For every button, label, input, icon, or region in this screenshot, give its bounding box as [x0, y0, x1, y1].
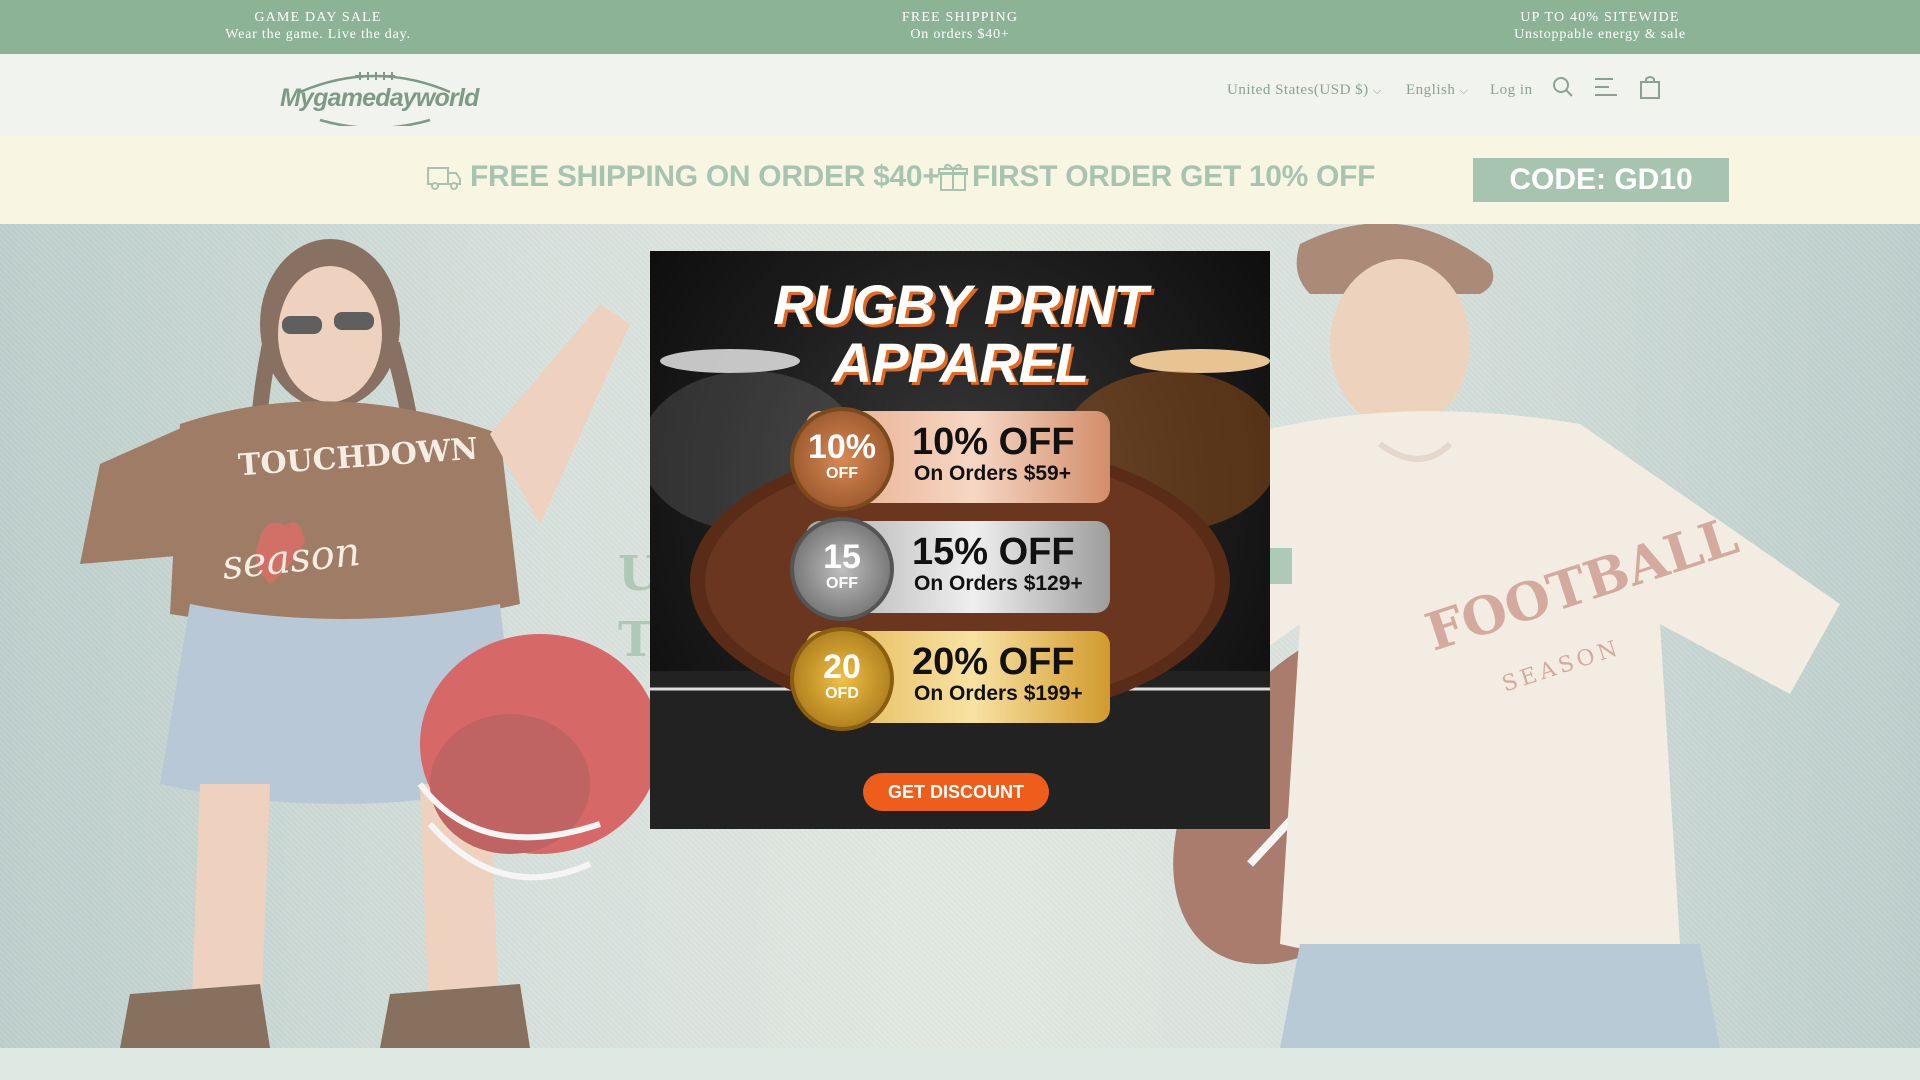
announcement-item: UP TO 40% SITEWIDE Unstoppable energy & …: [1400, 9, 1800, 43]
announcement-title: UP TO 40% SITEWIDE: [1520, 10, 1680, 25]
announcement-subtitle: On orders $40+: [910, 27, 1010, 42]
menu-icon[interactable]: [1593, 74, 1619, 100]
tier-condition: On Orders $129+: [914, 572, 1083, 595]
discount-tier: 15 OFF 15% OFF On Orders $129+: [790, 517, 1110, 621]
discount-tier: 10% OFF 10% OFF On Orders $59+: [790, 407, 1110, 511]
discount-popup: RUGBY PRINT APPAREL 10% OFF 10% OFF On O…: [650, 251, 1270, 829]
medal-label: OFF: [826, 465, 858, 482]
site-header: Mygamedayworld United States(USD $) ⌵ En…: [0, 54, 1920, 136]
logo-text: Mygamedayworld: [280, 84, 479, 112]
announcement-title: GAME DAY SALE: [254, 10, 382, 25]
gold-medal-icon: 20 OFD: [790, 627, 894, 731]
chevron-down-icon: ⌵: [1459, 85, 1469, 97]
chevron-down-icon: ⌵: [1372, 85, 1382, 97]
medal-number: 10%: [807, 428, 877, 466]
announcement-item: FREE SHIPPING On orders $40+: [760, 9, 1160, 43]
discount-tier: 20 OFD 20% OFF On Orders $199+: [790, 627, 1110, 731]
language-selector[interactable]: English ⌵: [1406, 82, 1468, 99]
medal-number: 20: [823, 648, 861, 686]
announcement-item: GAME DAY SALE Wear the game. Live the da…: [118, 9, 518, 43]
announcement-subtitle: Wear the game. Live the day.: [225, 27, 411, 42]
popup-title-line1: RUGBY PRINT: [773, 273, 1148, 336]
site-logo[interactable]: Mygamedayworld: [280, 64, 479, 130]
announcement-subtitle: Unstoppable energy & sale: [1514, 27, 1686, 42]
tier-headline: 20% OFF: [912, 641, 1075, 683]
silver-medal-icon: 15 OFF: [790, 517, 894, 621]
country-label: United States(USD $): [1227, 82, 1369, 98]
medal-label: OFD: [825, 685, 859, 702]
bronze-medal-icon: 10% OFF: [790, 407, 894, 511]
announcement-bar: GAME DAY SALE Wear the game. Live the da…: [0, 0, 1920, 54]
country-selector[interactable]: United States(USD $) ⌵: [1227, 82, 1382, 99]
popup-title-line2: APPAREL: [831, 331, 1089, 394]
get-discount-button[interactable]: GET DISCOUNT: [863, 773, 1049, 811]
tier-headline: 10% OFF: [912, 421, 1075, 463]
tier-headline: 15% OFF: [912, 531, 1075, 573]
tier-condition: On Orders $59+: [914, 462, 1071, 485]
tier-condition: On Orders $199+: [914, 682, 1083, 705]
login-link[interactable]: Log in: [1490, 82, 1533, 99]
cart-icon[interactable]: [1637, 74, 1663, 100]
search-icon[interactable]: [1550, 74, 1576, 100]
medal-label: OFF: [826, 575, 858, 592]
announcement-title: FREE SHIPPING: [901, 10, 1019, 25]
language-label: English: [1406, 82, 1456, 98]
page-bottom-strip: [0, 1048, 1920, 1080]
medal-number: 15: [823, 538, 861, 576]
